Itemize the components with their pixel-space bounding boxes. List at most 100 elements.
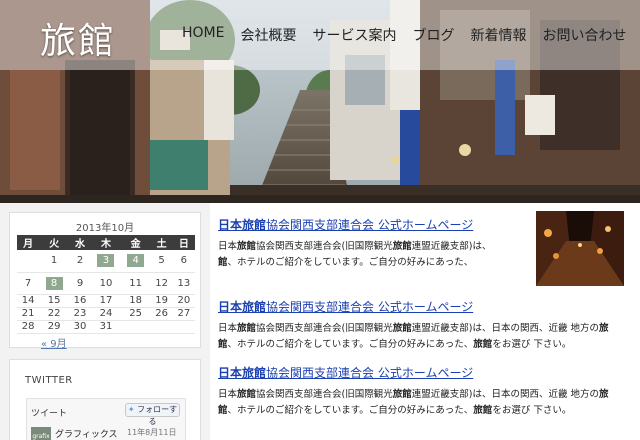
post-item: 日本旅館協会関西支部連合会 公式ホームページ 日本旅館協会関西支部連合会(旧国際観… <box>218 214 518 271</box>
calendar-day-link[interactable]: 4 <box>127 254 145 268</box>
calendar-day: 20 <box>172 294 195 308</box>
calendar-day: 9 <box>68 272 92 295</box>
post-excerpt-segment: をお選び 下さい。 <box>492 405 572 416</box>
nav-blog[interactable]: ブログ <box>404 25 462 45</box>
post-excerpt-segment: をお選び 下さい。 <box>492 339 572 350</box>
calendar-day: 29 <box>39 320 69 334</box>
post-excerpt-segment: 、ホテルのご紹介をしています。ご自分の好みにあった、 <box>227 257 474 268</box>
calendar-day: 11 <box>120 272 151 295</box>
calendar-weekday: 土 <box>150 235 173 250</box>
post-excerpt: 日本旅館協会関西支部連合会(旧国際観光旅館連盟近畿支部)は、日本の関西、近畿 地… <box>218 387 628 419</box>
post-excerpt-segment: 旅館 <box>237 323 257 334</box>
calendar-week-row: 7 8 9 10 11 12 13 <box>17 272 195 295</box>
post-excerpt-segment: 日本 <box>218 323 238 334</box>
post-excerpt-segment: 旅 <box>599 389 609 400</box>
calendar-day <box>150 320 173 334</box>
nav-contact[interactable]: お問い合わせ <box>534 25 634 45</box>
tweet-label: ツイート <box>31 409 68 419</box>
main-nav: HOME 会社概要 サービス案内 ブログ 新着情報 お問い合わせ <box>182 25 634 45</box>
post-excerpt-segment: 、ホテルのご紹介をしています。ご自分の好みにあった、 <box>227 339 474 350</box>
calendar-weekday: 日 <box>172 235 195 250</box>
follow-button[interactable]: ✦ フォローする <box>125 403 180 426</box>
calendar-day: 3 <box>91 250 121 273</box>
post-excerpt-segment: 旅 <box>599 323 609 334</box>
calendar-day: 2 <box>68 250 92 273</box>
calendar-day: 17 <box>91 294 121 308</box>
post-title-part: 日本旅館 <box>218 218 267 232</box>
tweet-author-name[interactable]: グラフィックス <box>55 427 118 440</box>
calendar-day: 14 <box>17 294 40 308</box>
calendar-week-row: 21 22 23 24 25 26 27 <box>17 307 195 321</box>
post-title-link[interactable]: 日本旅館協会関西支部連合会 公式ホームページ <box>218 366 473 380</box>
post-excerpt-segment: 、ホテルのご紹介をしています。ご自分の好みにあった、 <box>227 405 474 416</box>
calendar-day: 15 <box>39 294 69 308</box>
site-logo[interactable]: 旅館 <box>40 12 116 64</box>
calendar-week-row: 14 15 16 17 18 19 20 <box>17 294 195 308</box>
post-excerpt: 日本旅館協会関西支部連合会(旧国際観光旅館連盟近畿支部)は、日本の関西、近畿 地… <box>218 321 628 353</box>
post-thumbnail-image[interactable] <box>536 211 624 286</box>
tweet-date[interactable]: 11年8月11日 <box>127 427 176 438</box>
post-title-part: 協会関西支部連合会 公式ホームページ <box>266 300 474 314</box>
post-excerpt-segment: 日本 <box>218 241 238 252</box>
calendar-day: 21 <box>17 307 40 321</box>
calendar-day: 1 <box>39 250 69 273</box>
post-excerpt-segment: 館 <box>218 405 228 416</box>
calendar-day: 30 <box>68 320 92 334</box>
calendar-day: 25 <box>120 307 151 321</box>
post-excerpt-line: 日本旅館協会関西支部連合会(旧国際観光旅館連盟近畿支部)は、日本の関西、近畿 地… <box>218 321 628 337</box>
calendar-day: 31 <box>91 320 121 334</box>
calendar-weekday: 金 <box>120 235 151 250</box>
calendar-day <box>120 320 151 334</box>
post-title-link[interactable]: 日本旅館協会関西支部連合会 公式ホームページ <box>218 300 473 314</box>
post-excerpt-segment: 館 <box>218 339 228 350</box>
post-title-part: 日本旅館 <box>218 366 267 380</box>
post-excerpt-segment: 館 <box>218 257 228 268</box>
calendar-day-link[interactable]: 8 <box>45 276 63 290</box>
calendar-day: 10 <box>91 272 121 295</box>
post-excerpt-segment: 旅館 <box>392 241 412 252</box>
post-title-link[interactable]: 日本旅館協会関西支部連合会 公式ホームページ <box>218 218 473 232</box>
calendar-prev-month-link[interactable]: « 9月 <box>41 335 67 350</box>
calendar-day: 28 <box>17 320 40 334</box>
calendar-day: 6 <box>172 250 195 273</box>
calendar-day <box>17 250 40 273</box>
calendar-weekday-row: 月火水木金土日 <box>17 235 195 250</box>
nav-services[interactable]: サービス案内 <box>304 25 404 45</box>
calendar-week-row: 28 29 30 31 <box>17 320 195 334</box>
calendar-body: 1 2 3 4 5 6 7 8 9 10 11 12 13 14 15 16 17 18 19 20 21 22 23 24 2… <box>17 250 195 334</box>
post-excerpt-segment: 協会関西支部連合会(旧国際観光 <box>256 389 393 400</box>
post-excerpt-segment: 連盟近畿支部)は、日本の関西、近畿 地方の <box>411 323 599 334</box>
post-excerpt-line: 日本旅館協会関西支部連合会(旧国際観光旅館連盟近畿支部)は、 <box>218 239 518 255</box>
calendar-day: 24 <box>91 307 121 321</box>
calendar-day: 4 <box>120 250 151 273</box>
post-excerpt-segment: 協会関西支部連合会(旧国際観光 <box>256 323 393 334</box>
post-excerpt-segment: 協会関西支部連合会(旧国際観光 <box>256 241 393 252</box>
post-excerpt-line: 館、ホテルのご紹介をしています。ご自分の好みにあった、 <box>218 255 518 271</box>
post-excerpt-segment: 旅館 <box>237 241 257 252</box>
calendar-day: 23 <box>68 307 92 321</box>
post-excerpt-line: 日本旅館協会関西支部連合会(旧国際観光旅館連盟近畿支部)は、日本の関西、近畿 地… <box>218 387 628 403</box>
calendar-day-link[interactable]: 3 <box>97 254 115 268</box>
follow-button-label: フォローする <box>137 405 178 426</box>
twitter-widget: TWITTER ツイート ✦ フォローする grafix グラフィックス 11年… <box>9 359 201 440</box>
calendar-day: 13 <box>172 272 195 295</box>
post-excerpt-line: 館、ホテルのご紹介をしています。ご自分の好みにあった、旅館をお選び 下さい。 <box>218 403 628 419</box>
post-excerpt-segment: 連盟近畿支部)は、日本の関西、近畿 地方の <box>411 389 599 400</box>
post-excerpt-segment: 旅館 <box>392 323 412 334</box>
calendar-widget: 2013年10月 月火水木金土日 1 2 3 4 5 6 7 8 9 10 11 12 13 14 15 16… <box>9 212 201 350</box>
avatar[interactable]: grafix <box>31 427 51 440</box>
nav-company[interactable]: 会社概要 <box>232 25 304 45</box>
post-item: 日本旅館協会関西支部連合会 公式ホームページ 日本旅館協会関西支部連合会(旧国際観… <box>218 362 628 419</box>
calendar-day: 5 <box>150 250 173 273</box>
twitter-bird-icon: ✦ <box>127 405 135 414</box>
nav-news[interactable]: 新着情報 <box>462 25 534 45</box>
twitter-title: TWITTER <box>25 375 73 386</box>
calendar-day <box>172 320 195 334</box>
calendar-day: 22 <box>39 307 69 321</box>
calendar-day: 12 <box>150 272 173 295</box>
post-excerpt-segment: 旅館 <box>473 339 493 350</box>
hero-image: 旅館 HOME 会社概要 サービス案内 ブログ 新着情報 お問い合わせ <box>0 0 640 203</box>
nav-home[interactable]: HOME <box>182 25 232 45</box>
calendar-weekday: 水 <box>68 235 92 250</box>
post-excerpt-segment: 連盟近畿支部)は、 <box>411 241 492 252</box>
